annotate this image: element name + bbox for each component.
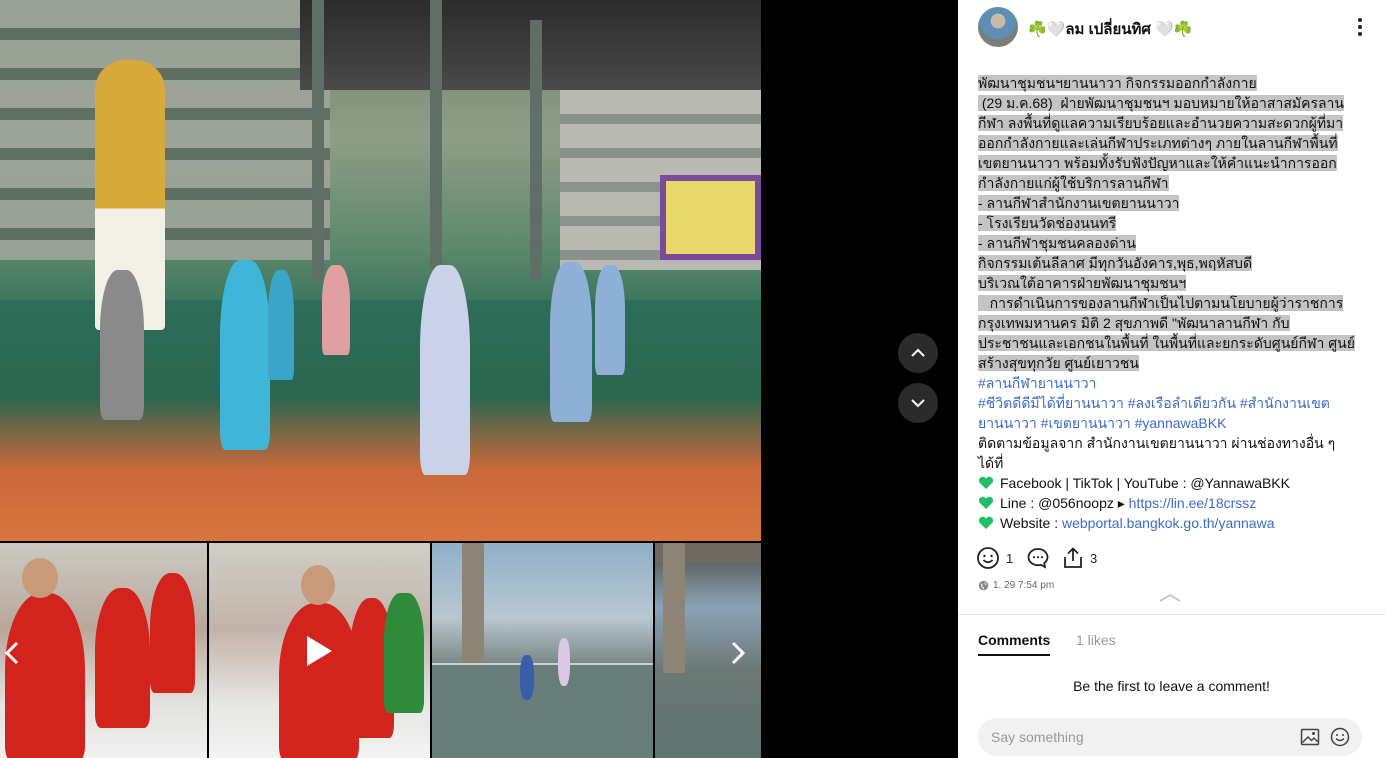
photo-person <box>550 262 592 422</box>
speech-bubble-icon <box>1027 548 1049 569</box>
photo-person <box>322 265 350 355</box>
post-actions: 1 3 <box>976 546 1176 574</box>
more-dot <box>1358 32 1362 36</box>
globe-icon <box>978 580 989 591</box>
thumb-person <box>95 588 150 728</box>
photo-person <box>220 260 270 450</box>
comment-button[interactable] <box>1026 546 1056 570</box>
website-link[interactable]: webportal.bangkok.go.th/yannawa <box>1062 515 1274 531</box>
thumb-court <box>432 663 653 758</box>
post-line: บริเวณใต้อาคารฝ่ายพัฒนาชุมชนฯ <box>978 275 1187 291</box>
more-options-button[interactable] <box>1350 16 1370 38</box>
chevron-down-icon <box>911 399 925 408</box>
avatar[interactable] <box>978 7 1018 47</box>
green-heart-icon <box>978 516 994 529</box>
previous-post-button[interactable] <box>898 333 938 373</box>
photo-person <box>268 270 294 380</box>
post-line: (29 ม.ค.68) ฝ่ายพัฒนาชุมชนฯ มอบหมายให้อา… <box>978 95 1344 111</box>
share-count: 3 <box>1090 550 1098 566</box>
next-post-button[interactable] <box>898 383 938 423</box>
post-text: พัฒนาชุมชนฯยานนาวา กิจกรรมออกกำลังกาย (2… <box>978 73 1358 533</box>
post-line: กีฬา ลงพื้นที่ดูแลความเรียบร้อยและอำนวยค… <box>978 115 1344 131</box>
contact-label: Facebook | TikTok | YouTube : @YannawaBK… <box>1000 475 1290 491</box>
thumb-person-head <box>301 565 335 605</box>
thumbnail-3[interactable] <box>432 543 653 758</box>
chevron-up-icon[interactable] <box>1157 592 1183 604</box>
thumb-person <box>558 638 570 686</box>
photo-building <box>0 0 330 260</box>
post-line: สร้างสุขทุกวัย ศูนย์เยาวชน <box>978 355 1139 371</box>
line-link[interactable]: https://lin.ee/18crssz <box>1129 495 1257 511</box>
chevron-right-icon[interactable] <box>726 640 748 666</box>
post-line: กรุงเทพมหานคร มิติ 2 สุขภาพดี "พัฒนาลานก… <box>978 315 1290 331</box>
empty-comments-message: Be the first to leave a comment! <box>1073 678 1270 694</box>
share-button[interactable]: 3 <box>1062 546 1097 570</box>
thumb-bridge-pillar <box>462 543 484 673</box>
post-line: กำลังกายแก่ผู้ใช้บริการลานกีฬา <box>978 175 1169 191</box>
post-line: กิจกรรมเต้นลีลาศ มีทุกวันอังคาร,พุธ,พฤหั… <box>978 255 1253 271</box>
tab-likes[interactable]: 1 likes <box>1076 632 1116 648</box>
more-dot <box>1358 25 1362 29</box>
contact-label: Line : @056noopz ▸ <box>1000 495 1129 511</box>
emoji-icon[interactable] <box>1330 727 1350 747</box>
share-icon <box>1064 547 1082 568</box>
post-header: ☘️🤍ลม เปลี่ยนทิศ 🤍☘️ <box>958 0 1385 56</box>
thumbnail-1[interactable] <box>0 543 207 758</box>
post-line: การดำเนินการของลานกีฬาเป็นไปตามนโยบายผู้… <box>978 295 1344 311</box>
green-heart-icon <box>978 496 994 509</box>
contact-row: Line : @056noopz ▸ https://lin.ee/18crss… <box>978 493 1358 513</box>
photo-person <box>420 265 470 475</box>
post-panel: ☘️🤍ลม เปลี่ยนทิศ 🤍☘️ พัฒนาชุมชนฯยานนาวา … <box>958 0 1385 758</box>
comment-composer <box>978 718 1362 756</box>
thumb-person <box>150 573 195 693</box>
post-line: - ลานกีฬาชุมชนคลองด่าน <box>978 235 1136 251</box>
thumb-person <box>384 593 424 713</box>
photo-person <box>595 265 625 375</box>
more-dot <box>1358 18 1362 22</box>
thumb-person <box>5 593 85 758</box>
post-line: พัฒนาชุมชนฯยานนาวา กิจกรรมออกกำลังกาย <box>978 75 1257 91</box>
hashtag-link[interactable]: #ชีวิตดีดีมีได้ที่ยานนาวา #ลงเรือลำเดียว… <box>978 395 1330 411</box>
chevron-up-icon <box>911 348 925 357</box>
media-viewer <box>0 0 958 758</box>
follow-text: ติดตามข้อมูลจาก สำนักงานเขตยานนาวา ผ่านช… <box>978 435 1336 451</box>
image-icon[interactable] <box>1300 728 1320 746</box>
post-line: - ลานกีฬาสำนักงานเขตยานนาวา <box>978 195 1180 211</box>
smiley-icon <box>977 547 999 569</box>
post-line: ออกกำลังกายและเล่นกีฬาประเภทต่างๆ ภายในล… <box>978 135 1338 151</box>
thumb-person <box>279 603 359 758</box>
green-heart-icon <box>978 476 994 489</box>
chevron-left-icon[interactable] <box>2 640 24 666</box>
contact-label: Website : <box>1000 515 1062 531</box>
thumb-person-head <box>22 558 58 598</box>
comment-input[interactable] <box>991 727 1281 747</box>
contact-row: Facebook | TikTok | YouTube : @YannawaBK… <box>978 473 1358 493</box>
photo-pillar <box>530 20 542 280</box>
hashtag-link[interactable]: ยานนาวา #เขตยานนาวา #yannawaBKK <box>978 415 1226 431</box>
photo-stage <box>660 175 761 260</box>
post-line: ประชาชนและเอกชนในพื้นที่ ในพื้นที่และยกร… <box>978 335 1355 351</box>
contact-row: Website : webportal.bangkok.go.th/yannaw… <box>978 513 1358 533</box>
post-timestamp: 1. 29 7:54 pm <box>978 580 1054 591</box>
follow-text: ได้ที่ <box>978 455 1004 471</box>
play-icon[interactable] <box>304 634 334 668</box>
tab-comments[interactable]: Comments <box>978 632 1051 656</box>
thumb-person <box>520 655 534 700</box>
author-name[interactable]: ☘️🤍ลม เปลี่ยนทิศ 🤍☘️ <box>1028 17 1192 41</box>
photo-person <box>100 270 144 420</box>
photo-pillar <box>312 0 324 280</box>
photo-pillar <box>430 0 442 270</box>
hashtag-link[interactable]: #ลานกีฬายานนาวา <box>978 375 1097 391</box>
divider <box>958 614 1385 615</box>
post-line: - โรงเรียนวัดช่องนนทรี <box>978 215 1117 231</box>
post-line: เขตยานนาวา พร้อมทั้งรับฟังปัญหาและให้คำแ… <box>978 155 1337 171</box>
timestamp-text: 1. 29 7:54 pm <box>993 580 1055 591</box>
main-photo[interactable] <box>0 0 761 541</box>
thumb-bridge-pillar <box>663 543 685 673</box>
post-highlighted-text: พัฒนาชุมชนฯยานนาวา กิจกรรมออกกำลังกาย (2… <box>978 73 1358 373</box>
react-button[interactable]: 1 <box>976 546 1013 570</box>
reaction-count: 1 <box>1006 550 1014 566</box>
